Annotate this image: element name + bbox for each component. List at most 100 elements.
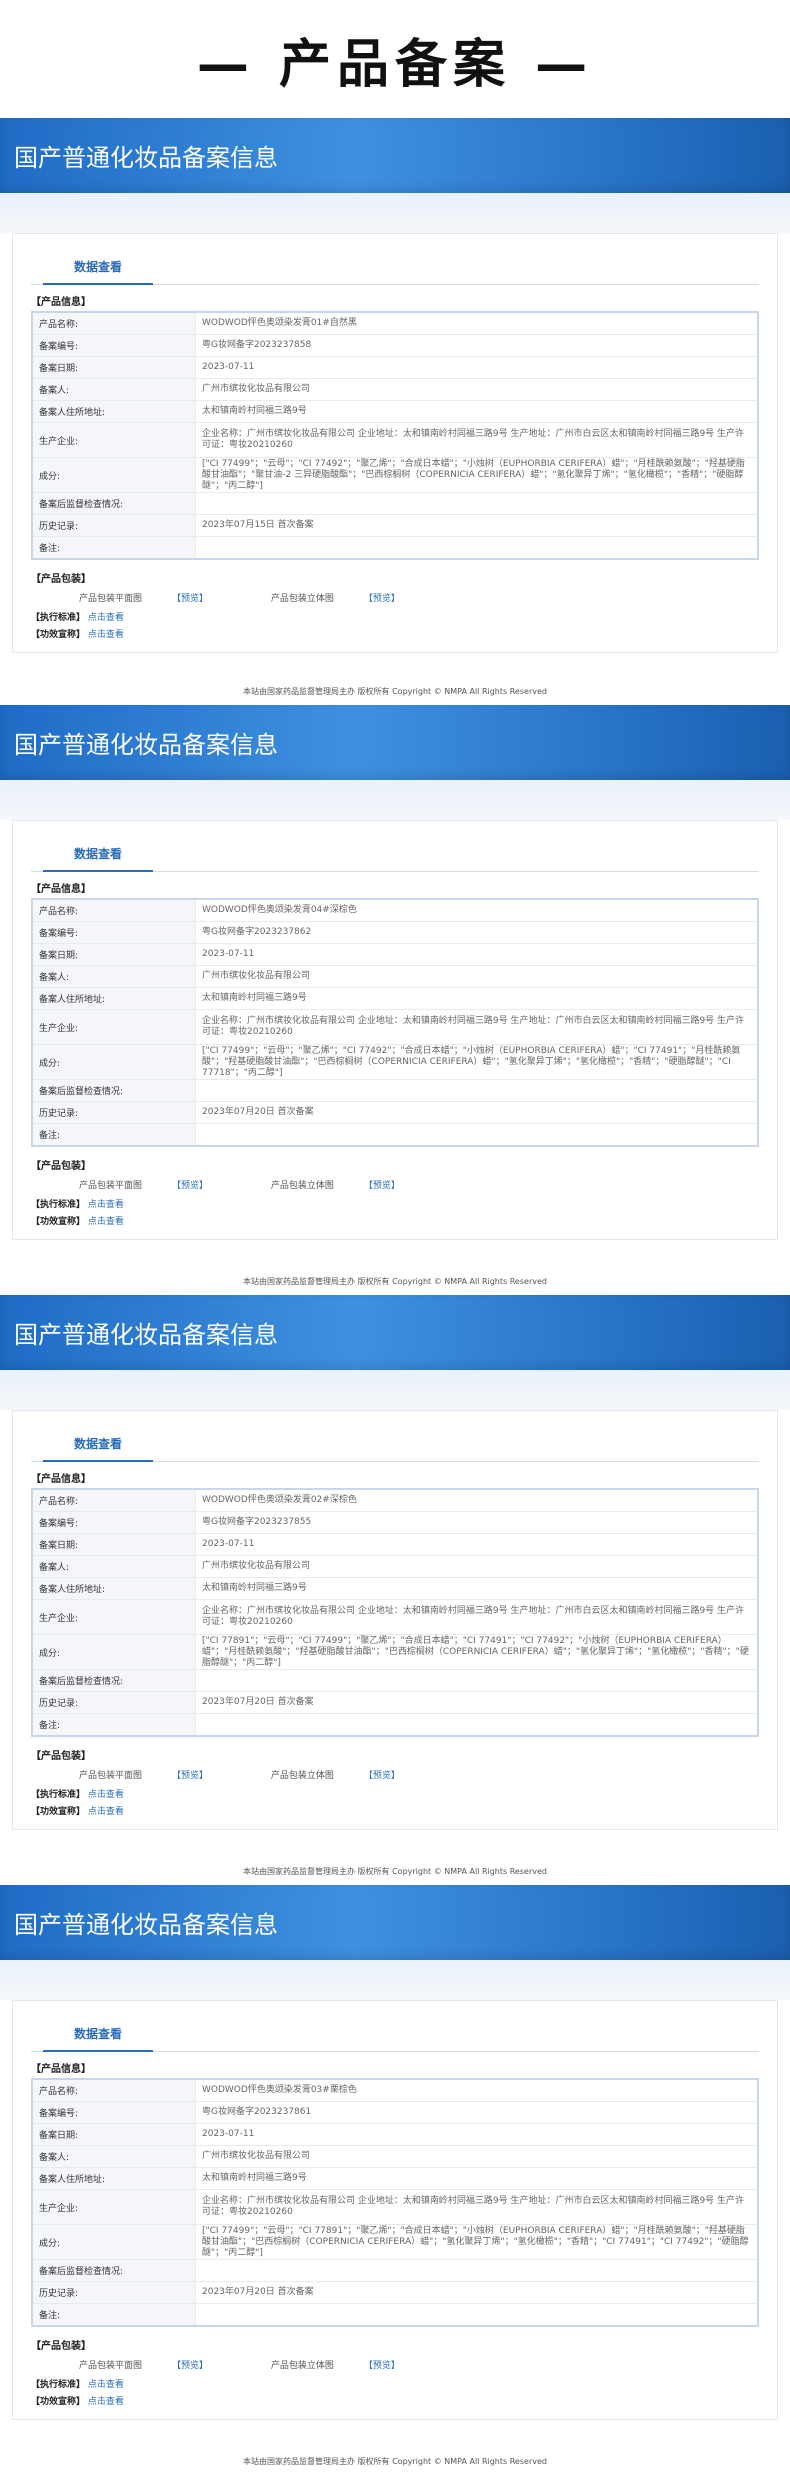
- tab-bar: 数据查看: [31, 835, 759, 872]
- row-ingredients: 成分: ["CI 77499"；"云母"；"CI 77492"；"聚乙烯"；"合成…: [31, 457, 759, 493]
- exec-standard-link[interactable]: 点击查看: [88, 1790, 124, 1800]
- efficacy-link[interactable]: 点击查看: [88, 1807, 124, 1817]
- exec-standard-link[interactable]: 点击查看: [88, 1200, 124, 1210]
- row-history: 历史记录: 2023年07月20日 首次备案: [31, 1691, 759, 1714]
- value-filing-no: 粤G妆网备字2023237861: [195, 2101, 759, 2124]
- value-filing-no: 粤G妆网备字2023237858: [195, 334, 759, 357]
- banner-title: 国产普通化妆品备案信息: [0, 705, 790, 780]
- value-filing-no: 粤G妆网备字2023237862: [195, 921, 759, 944]
- row-ingredients: 成分: ["CI 77891"；"云母"；"CI 77499"；"聚乙烯"；"合成…: [31, 1634, 759, 1670]
- exec-standard-link[interactable]: 点击查看: [88, 2380, 124, 2390]
- row-filer: 备案人: 广州市缤妆化妆品有限公司: [31, 965, 759, 988]
- pack-flat-preview-link[interactable]: 【预览】: [172, 2361, 208, 2371]
- footer-copyright: 本站由国家药品监督管理局主办 版权所有 Copyright © NMPA All…: [243, 1277, 547, 1286]
- exec-standard-line: 【执行标准】 点击查看: [31, 1200, 124, 1210]
- pack-3d-preview-link[interactable]: 【预览】: [364, 594, 400, 604]
- product-info-table: 产品名称: WODWOD怦色奥颂染发膏04#深棕色 备案编号: 粤G妆网备字2023…: [31, 898, 759, 1147]
- efficacy-link[interactable]: 点击查看: [88, 630, 124, 640]
- label-inspection: 备案后监督检查情况:: [31, 492, 196, 515]
- pack-title: 【产品包装】: [31, 1751, 91, 1762]
- value-remark: [195, 2303, 759, 2327]
- tab-data-view[interactable]: 数据查看: [43, 836, 153, 872]
- value-filing-date: 2023-07-11: [195, 943, 759, 966]
- pack-3d: 产品包装立体图 【预览】: [270, 1181, 400, 1191]
- label-filer: 备案人:: [31, 1555, 196, 1578]
- tab-bar: 数据查看: [31, 248, 759, 285]
- tab-bar: 数据查看: [31, 2015, 759, 2052]
- value-remark: [195, 1713, 759, 1737]
- pack-title: 【产品包装】: [31, 2341, 91, 2352]
- tab-data-view[interactable]: 数据查看: [43, 249, 153, 285]
- pack-row: 产品包装平面图 【预览】 产品包装立体图 【预览】: [79, 591, 759, 604]
- value-filer-address: 太和镇南岭村同福三路9号: [195, 987, 759, 1010]
- label-filer-address: 备案人住所地址:: [31, 400, 196, 423]
- value-filing-date: 2023-07-11: [195, 356, 759, 379]
- banner-gap: [0, 193, 790, 233]
- pack-row: 产品包装平面图 【预览】 产品包装立体图 【预览】: [79, 1178, 759, 1191]
- label-remark: 备注:: [31, 1713, 196, 1737]
- value-filer: 广州市缤妆化妆品有限公司: [195, 965, 759, 988]
- value-product-name: WODWOD怦色奥颂染发膏04#深棕色: [195, 898, 759, 922]
- label-filing-date: 备案日期:: [31, 2123, 196, 2146]
- value-filing-date: 2023-07-11: [195, 2123, 759, 2146]
- value-remark: [195, 1123, 759, 1147]
- banner-title: 国产普通化妆品备案信息: [0, 1295, 790, 1370]
- tab-bar: 数据查看: [31, 1425, 759, 1462]
- row-filer-address: 备案人住所地址: 太和镇南岭村同福三路9号: [31, 400, 759, 423]
- pack-3d-preview-link[interactable]: 【预览】: [364, 2361, 400, 2371]
- value-manufacturer: 企业名称：广州市缤妆化妆品有限公司 企业地址：太和镇南岭村同福三路9号 生产地址…: [195, 1009, 759, 1045]
- label-remark: 备注:: [31, 536, 196, 560]
- pack-flat: 产品包装平面图 【预览】: [79, 594, 209, 604]
- row-product-name: 产品名称: WODWOD怦色奥颂染发膏02#深棕色: [31, 1488, 759, 1512]
- row-remark: 备注:: [31, 2303, 759, 2327]
- row-manufacturer: 生产企业: 企业名称：广州市缤妆化妆品有限公司 企业地址：太和镇南岭村同福三路9号…: [31, 1599, 759, 1635]
- row-manufacturer: 生产企业: 企业名称：广州市缤妆化妆品有限公司 企业地址：太和镇南岭村同福三路9号…: [31, 422, 759, 458]
- row-manufacturer: 生产企业: 企业名称：广州市缤妆化妆品有限公司 企业地址：太和镇南岭村同福三路9号…: [31, 2189, 759, 2225]
- value-filer-address: 太和镇南岭村同福三路9号: [195, 2167, 759, 2190]
- exec-standard-link[interactable]: 点击查看: [88, 613, 124, 623]
- label-filing-date: 备案日期:: [31, 356, 196, 379]
- pack-3d: 产品包装立体图 【预览】: [270, 594, 400, 604]
- section-title: 【产品信息】: [31, 1474, 91, 1485]
- row-history: 历史记录: 2023年07月15日 首次备案: [31, 514, 759, 537]
- banner-title: 国产普通化妆品备案信息: [0, 118, 790, 193]
- label-filing-no: 备案编号:: [31, 2101, 196, 2124]
- tab-data-view[interactable]: 数据查看: [43, 2016, 153, 2052]
- value-manufacturer: 企业名称：广州市缤妆化妆品有限公司 企业地址：太和镇南岭村同福三路9号 生产地址…: [195, 422, 759, 458]
- row-product-name: 产品名称: WODWOD怦色奥颂染发膏03#栗棕色: [31, 2078, 759, 2102]
- product-info-table: 产品名称: WODWOD怦色奥颂染发膏02#深棕色 备案编号: 粤G妆网备字2023…: [31, 1488, 759, 1737]
- row-filer-address: 备案人住所地址: 太和镇南岭村同福三路9号: [31, 1577, 759, 1600]
- row-filer-address: 备案人住所地址: 太和镇南岭村同福三路9号: [31, 987, 759, 1010]
- pack-flat-preview-link[interactable]: 【预览】: [172, 1181, 208, 1191]
- label-filing-date: 备案日期:: [31, 943, 196, 966]
- tab-data-view[interactable]: 数据查看: [43, 1426, 153, 1462]
- value-ingredients: ["CI 77499"；"云母"；"CI 77891"；"聚乙烯"；"合成日本蜡…: [195, 2224, 759, 2260]
- pack-flat-preview-link[interactable]: 【预览】: [172, 1771, 208, 1781]
- efficacy-link[interactable]: 点击查看: [88, 2397, 124, 2407]
- label-inspection: 备案后监督检查情况:: [31, 2259, 196, 2282]
- label-filer: 备案人:: [31, 965, 196, 988]
- label-inspection: 备案后监督检查情况:: [31, 1079, 196, 1102]
- banner-gap: [0, 1370, 790, 1410]
- footer-copyright: 本站由国家药品监督管理局主办 版权所有 Copyright © NMPA All…: [243, 687, 547, 696]
- pack-flat-preview-link[interactable]: 【预览】: [172, 594, 208, 604]
- row-filing-no: 备案编号: 粤G妆网备字2023237862: [31, 921, 759, 944]
- row-product-name: 产品名称: WODWOD怦色奥颂染发膏04#深棕色: [31, 898, 759, 922]
- row-inspection: 备案后监督检查情况:: [31, 1669, 759, 1692]
- row-inspection: 备案后监督检查情况:: [31, 2259, 759, 2282]
- value-history: 2023年07月20日 首次备案: [195, 2281, 759, 2304]
- value-inspection: [195, 1669, 759, 1692]
- pack-flat: 产品包装平面图 【预览】: [79, 1771, 209, 1781]
- value-product-name: WODWOD怦色奥颂染发膏03#栗棕色: [195, 2078, 759, 2102]
- record-block: 国产普通化妆品备案信息 数据查看 【产品信息】 产品名称: WODWOD怦色奥颂染…: [0, 705, 790, 1295]
- row-filing-no: 备案编号: 粤G妆网备字2023237855: [31, 1511, 759, 1534]
- page-title: — 产品备案 —: [196, 34, 594, 95]
- row-inspection: 备案后监督检查情况:: [31, 492, 759, 515]
- pack-3d-preview-link[interactable]: 【预览】: [364, 1771, 400, 1781]
- pack-3d-preview-link[interactable]: 【预览】: [364, 1181, 400, 1191]
- label-history: 历史记录:: [31, 514, 196, 537]
- row-filer: 备案人: 广州市缤妆化妆品有限公司: [31, 2145, 759, 2168]
- efficacy-link[interactable]: 点击查看: [88, 1217, 124, 1227]
- label-manufacturer: 生产企业:: [31, 1009, 196, 1045]
- product-info-table: 产品名称: WODWOD怦色奥颂染发膏01#自然黑 备案编号: 粤G妆网备字2023…: [31, 311, 759, 560]
